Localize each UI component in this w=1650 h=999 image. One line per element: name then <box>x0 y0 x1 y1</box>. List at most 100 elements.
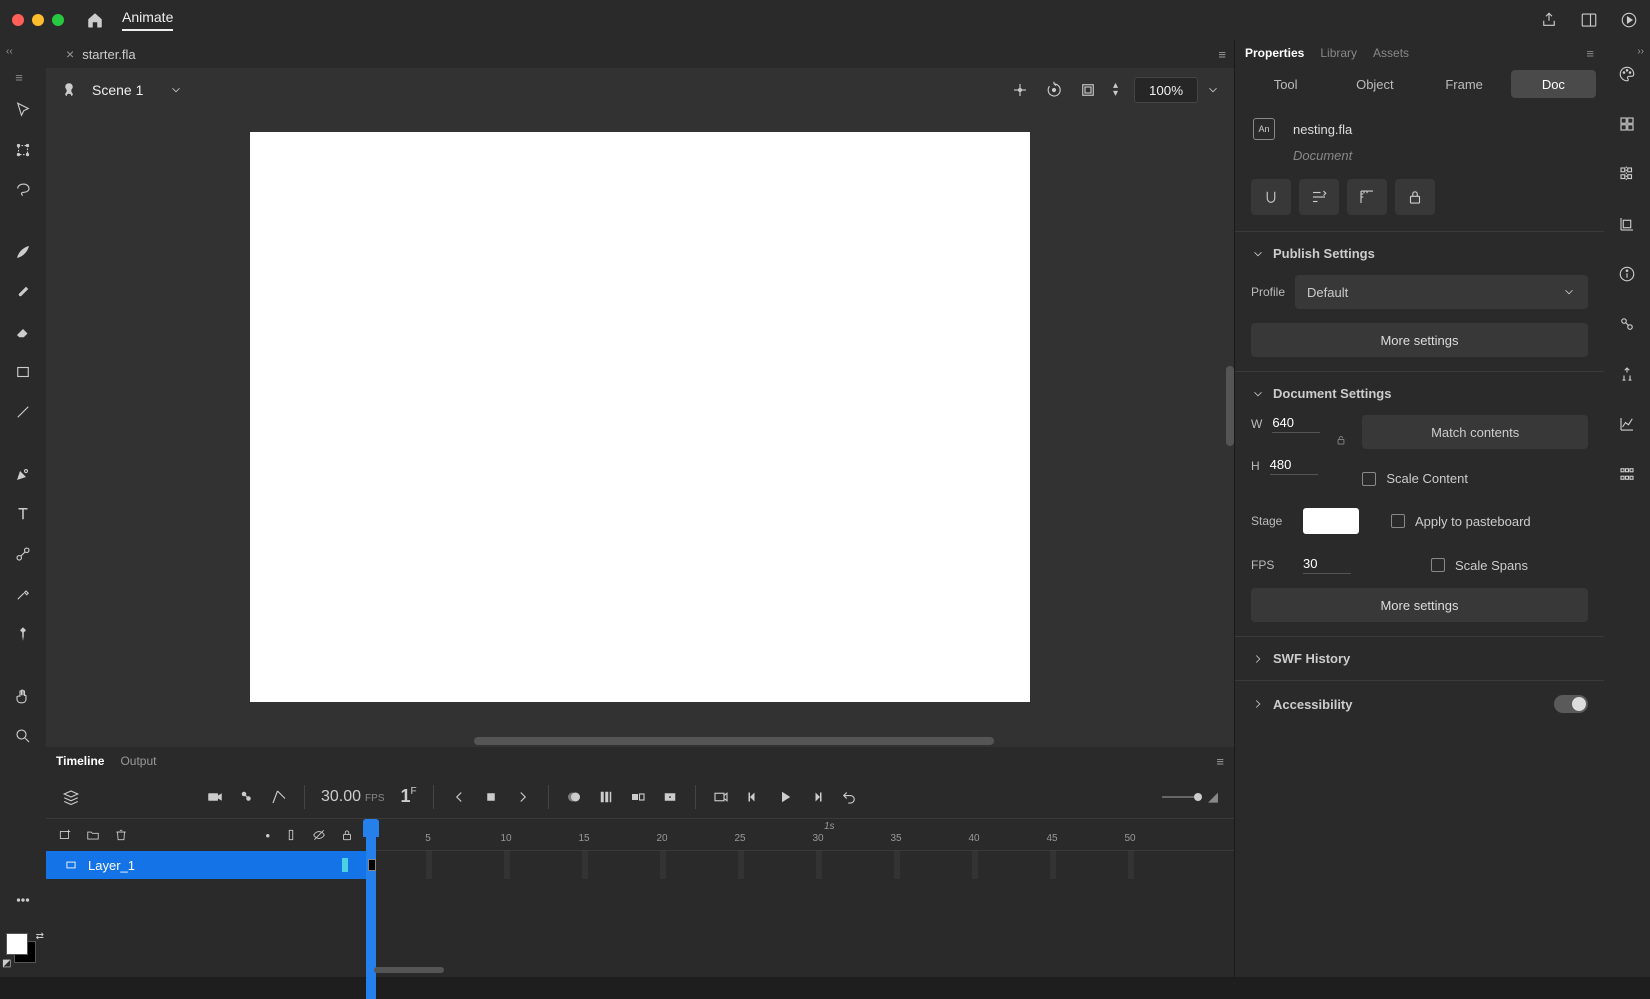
ctx-tab-tool[interactable]: Tool <box>1243 70 1328 98</box>
onion-skin-icon[interactable] <box>565 788 583 806</box>
swap-colors-icon[interactable]: ⇄ <box>36 931 44 942</box>
line-tool[interactable] <box>8 397 38 427</box>
scene-icon[interactable] <box>60 81 78 99</box>
selection-tool[interactable] <box>8 95 38 125</box>
scale-content-checkbox[interactable] <box>1362 472 1376 486</box>
expand-left-icon[interactable]: ‹‹ <box>6 46 13 57</box>
play-button-icon[interactable] <box>776 788 794 806</box>
undo-loop-icon[interactable] <box>840 788 858 806</box>
minimize-window-button[interactable] <box>32 14 44 26</box>
layer-parenting-icon[interactable] <box>270 788 288 806</box>
publish-settings-header[interactable]: Publish Settings <box>1251 246 1588 261</box>
center-stage-icon[interactable] <box>1011 81 1029 99</box>
tab-library[interactable]: Library <box>1320 46 1357 60</box>
fill-color-swatch[interactable] <box>6 933 28 955</box>
timeline-ruler[interactable]: 1s 5 10 15 20 25 30 35 40 45 50 <box>366 819 1234 851</box>
expand-right-icon[interactable]: ›› <box>1637 46 1644 57</box>
doc-fps-input[interactable]: 30 <box>1303 556 1351 574</box>
ctx-tab-doc[interactable]: Doc <box>1511 70 1596 98</box>
step-back-icon[interactable] <box>744 788 762 806</box>
app-name[interactable]: Animate <box>122 9 173 31</box>
default-colors-icon[interactable]: ◩ <box>2 958 11 969</box>
swatches-panel-icon[interactable] <box>1613 110 1641 138</box>
link-dimensions-icon[interactable] <box>1334 433 1348 447</box>
accessibility-toggle[interactable] <box>1554 695 1588 713</box>
eraser-tool[interactable] <box>8 317 38 347</box>
tab-bar-menu-icon[interactable]: ≡ <box>1218 47 1226 62</box>
new-layer-icon[interactable] <box>58 828 72 842</box>
hand-tool[interactable] <box>8 681 38 711</box>
lock-button[interactable] <box>1395 179 1435 215</box>
pin-tool[interactable] <box>8 619 38 649</box>
next-keyframe-icon[interactable] <box>514 788 532 806</box>
scene-dropdown-icon[interactable] <box>169 83 183 97</box>
stage-area[interactable] <box>46 112 1234 747</box>
transform-panel-icon[interactable] <box>1613 210 1641 238</box>
layer-row[interactable]: Layer_1 <box>46 851 366 879</box>
zoom-stepper-icon[interactable]: ▴▾ <box>1113 82 1118 98</box>
lock-layer-icon[interactable] <box>340 828 354 843</box>
layers-view-icon[interactable] <box>62 788 80 806</box>
delete-layer-icon[interactable] <box>114 828 128 842</box>
hide-layer-icon[interactable] <box>312 828 326 843</box>
lasso-tool[interactable] <box>8 175 38 205</box>
pen-tool[interactable] <box>8 459 38 489</box>
layer-name[interactable]: Layer_1 <box>88 858 135 873</box>
workspace-icon[interactable] <box>1580 11 1598 29</box>
width-input[interactable]: 640 <box>1272 415 1320 433</box>
color-swatches[interactable]: ⇄ ◩ <box>6 933 40 967</box>
edit-multiple-frames-icon[interactable] <box>597 788 615 806</box>
current-frame[interactable]: 1 <box>401 786 411 806</box>
history-panel-icon[interactable] <box>1613 310 1641 338</box>
profile-select[interactable]: Default <box>1295 275 1588 309</box>
rectangle-tool[interactable] <box>8 357 38 387</box>
clip-stage-icon[interactable] <box>1079 81 1097 99</box>
accessibility-header[interactable]: Accessibility <box>1251 697 1353 712</box>
keyframe-1[interactable] <box>368 859 376 871</box>
stage-vscrollbar[interactable] <box>1226 366 1234 446</box>
insert-frame-icon[interactable] <box>661 788 679 806</box>
chart-panel-icon[interactable] <box>1613 410 1641 438</box>
prev-keyframe-icon[interactable] <box>450 788 468 806</box>
ctx-tab-frame[interactable]: Frame <box>1422 70 1507 98</box>
properties-menu-icon[interactable]: ≡ <box>1586 46 1594 61</box>
loop-icon[interactable] <box>712 788 730 806</box>
ctx-tab-object[interactable]: Object <box>1332 70 1417 98</box>
toolbar-menu-icon[interactable]: ≡ <box>15 70 23 85</box>
stage-color-swatch[interactable] <box>1303 508 1359 534</box>
color-panel-icon[interactable] <box>1613 60 1641 88</box>
brush-tool[interactable] <box>8 277 38 307</box>
eyedropper-tool[interactable] <box>8 579 38 609</box>
rotate-stage-icon[interactable] <box>1045 81 1063 99</box>
zoom-dropdown-icon[interactable] <box>1206 83 1220 97</box>
zoom-tool[interactable] <box>8 721 38 751</box>
close-tab-icon[interactable]: × <box>66 46 74 62</box>
new-folder-icon[interactable] <box>86 828 100 842</box>
home-icon[interactable] <box>86 11 104 29</box>
scale-spans-checkbox[interactable] <box>1431 558 1445 572</box>
step-forward-icon[interactable] <box>808 788 826 806</box>
insert-classic-tween-icon[interactable] <box>629 788 647 806</box>
timeline-zoom-slider[interactable] <box>1162 796 1202 798</box>
tab-output[interactable]: Output <box>120 754 156 768</box>
height-input[interactable]: 480 <box>1270 457 1318 475</box>
tab-timeline[interactable]: Timeline <box>56 754 104 768</box>
info-panel-icon[interactable] <box>1613 260 1641 288</box>
free-transform-tool[interactable] <box>8 135 38 165</box>
stage-hscrollbar[interactable] <box>474 737 994 745</box>
text-tool[interactable] <box>8 499 38 529</box>
stroke-panel-icon[interactable] <box>1613 360 1641 388</box>
stage-canvas[interactable] <box>250 132 1030 702</box>
timeline-resize-icon[interactable]: ◢ <box>1208 789 1218 805</box>
doc-more-settings-button[interactable]: More settings <box>1251 588 1588 622</box>
frames-row[interactable] <box>366 851 1234 879</box>
zoom-input[interactable] <box>1134 77 1198 103</box>
fps-value[interactable]: 30.00 <box>321 788 361 806</box>
highlight-layer-icon[interactable]: • <box>265 828 270 843</box>
share-icon[interactable] <box>1540 11 1558 29</box>
frames-hscrollbar[interactable] <box>374 967 444 973</box>
tab-properties[interactable]: Properties <box>1245 46 1304 60</box>
apply-pasteboard-checkbox[interactable] <box>1391 514 1405 528</box>
ruler-button[interactable] <box>1347 179 1387 215</box>
components-panel-icon[interactable] <box>1613 460 1641 488</box>
